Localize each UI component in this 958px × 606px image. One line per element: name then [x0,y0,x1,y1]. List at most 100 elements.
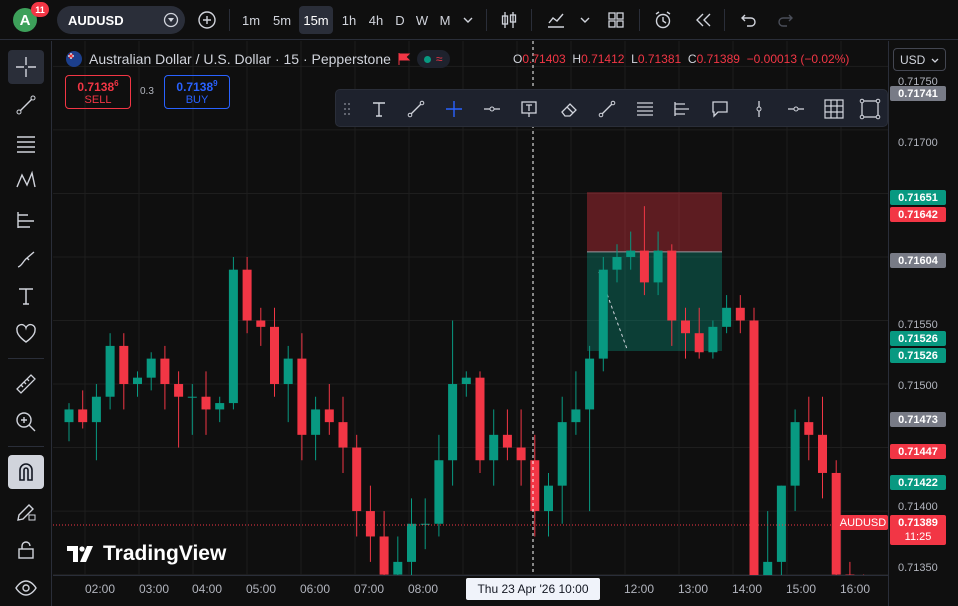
currency-selector[interactable]: USD [893,48,946,71]
floating-drawing-toolbar [335,89,888,127]
eraser-tool[interactable] [556,96,582,122]
horizontal-ray-tool[interactable] [479,96,505,122]
candle-body [434,460,444,524]
interval-15m[interactable]: 15m [299,6,333,34]
symbol-legend[interactable]: Australian Dollar / U.S. Dollar · 15 · P… [65,50,450,68]
redo-icon [778,14,793,27]
rectangle-tool[interactable] [857,96,883,122]
last-price-label: 0.71389 11:25 [890,515,946,545]
text-tool[interactable] [8,279,44,313]
flag-marker-icon[interactable] [397,52,411,66]
price-label: 0.71651 [890,190,946,205]
price-label: 0.71422 [890,475,946,490]
interval-4h[interactable]: 4h [363,6,389,34]
candle-body [242,269,252,321]
indicators-dropdown[interactable] [576,6,594,34]
cross-line-tool[interactable] [441,96,467,122]
separator [724,9,725,31]
magnet-icon [19,463,33,481]
rewind-icon [696,13,711,27]
intervals-dropdown[interactable] [458,6,478,34]
candle-body [365,511,375,537]
long-position-icon [17,212,34,228]
separator [8,358,44,359]
interval-1m[interactable]: 1m [237,6,265,34]
candles-icon [501,12,517,28]
interval-m[interactable]: M [434,6,456,34]
stop-loss-zone[interactable] [587,192,722,252]
sell-price: 0.7138 [77,80,115,94]
candle-body [78,409,88,423]
icons-tool[interactable] [8,317,44,351]
open-value: 0.71403 [522,52,566,66]
low-value: 0.71381 [637,52,682,66]
price-label: 0.71642 [890,207,946,222]
candle-body [571,409,581,423]
symbol-search[interactable]: AUDUSD [57,6,185,34]
prediction-tool[interactable] [8,203,44,237]
interval-1h[interactable]: 1h [336,6,362,34]
fib-tool[interactable] [8,127,44,161]
vertical-line-tool[interactable] [746,96,772,122]
alert-button[interactable] [650,6,676,34]
data-delay-icon: ≈ [435,52,443,66]
line-tool[interactable] [594,96,620,122]
undo-button[interactable] [735,6,761,34]
market-status[interactable]: ≈ [416,50,450,68]
trend-line-tool[interactable] [403,96,429,122]
ruler-icon [16,374,36,394]
hide-drawings-tool[interactable] [8,571,44,605]
long-position-tool[interactable] [669,96,695,122]
buy-label: BUY [185,94,209,106]
candle-body [270,326,279,385]
cross-line-icon [446,101,462,117]
stay-in-drawing-mode-tool[interactable] [8,495,44,529]
time-tick: 08:00 [408,582,439,596]
replay-button[interactable] [690,6,716,34]
candle-body [379,536,389,575]
add-symbol-button[interactable] [195,6,219,34]
sell-button[interactable]: 0.71386 SELL [65,75,131,109]
trend-line-icon [16,95,36,115]
time-tick: 12:00 [624,582,655,596]
buy-button[interactable]: 0.71389 BUY [164,75,230,109]
text-tool[interactable] [366,96,392,122]
interval-5m[interactable]: 5m [267,6,297,34]
candle-body [804,422,814,435]
candles-style-button[interactable] [496,6,522,34]
patterns-tool[interactable] [8,164,44,198]
price-label-tool[interactable] [516,96,542,122]
undo-icon [741,14,756,27]
lock-drawings-tool[interactable] [8,533,44,567]
fib-tool[interactable] [632,96,658,122]
measure-tool[interactable] [8,367,44,401]
zoom-tool[interactable] [8,405,44,439]
vertical-line-icon [756,101,762,117]
horizontal-line-tool[interactable] [783,96,809,122]
callout-tool[interactable] [707,96,733,122]
sell-price-pip: 6 [114,79,119,88]
compare-icon[interactable] [163,12,179,28]
indicators-button[interactable] [542,6,570,34]
grid-icon [824,99,844,119]
candle-body [818,434,827,473]
indicators-icon [548,13,564,28]
interval-w[interactable]: W [411,6,433,34]
separator [8,446,44,447]
alarm-clock-icon [655,11,671,29]
separator [229,9,230,31]
magnet-tool[interactable] [8,455,44,489]
layouts-button[interactable] [603,6,629,34]
candle-body [119,345,129,385]
grid-tool[interactable] [821,96,847,122]
trend-line-tool[interactable] [8,88,44,122]
interval-d[interactable]: D [390,6,410,34]
redo-button[interactable] [773,6,799,34]
eraser-icon [561,103,577,117]
drag-handle[interactable] [340,96,354,122]
symbol-price-tag: AUDUSD [838,515,888,530]
time-tick: 03:00 [139,582,170,596]
crosshair-tool[interactable] [8,50,44,84]
separator [531,9,532,31]
brush-tool[interactable] [8,242,44,276]
